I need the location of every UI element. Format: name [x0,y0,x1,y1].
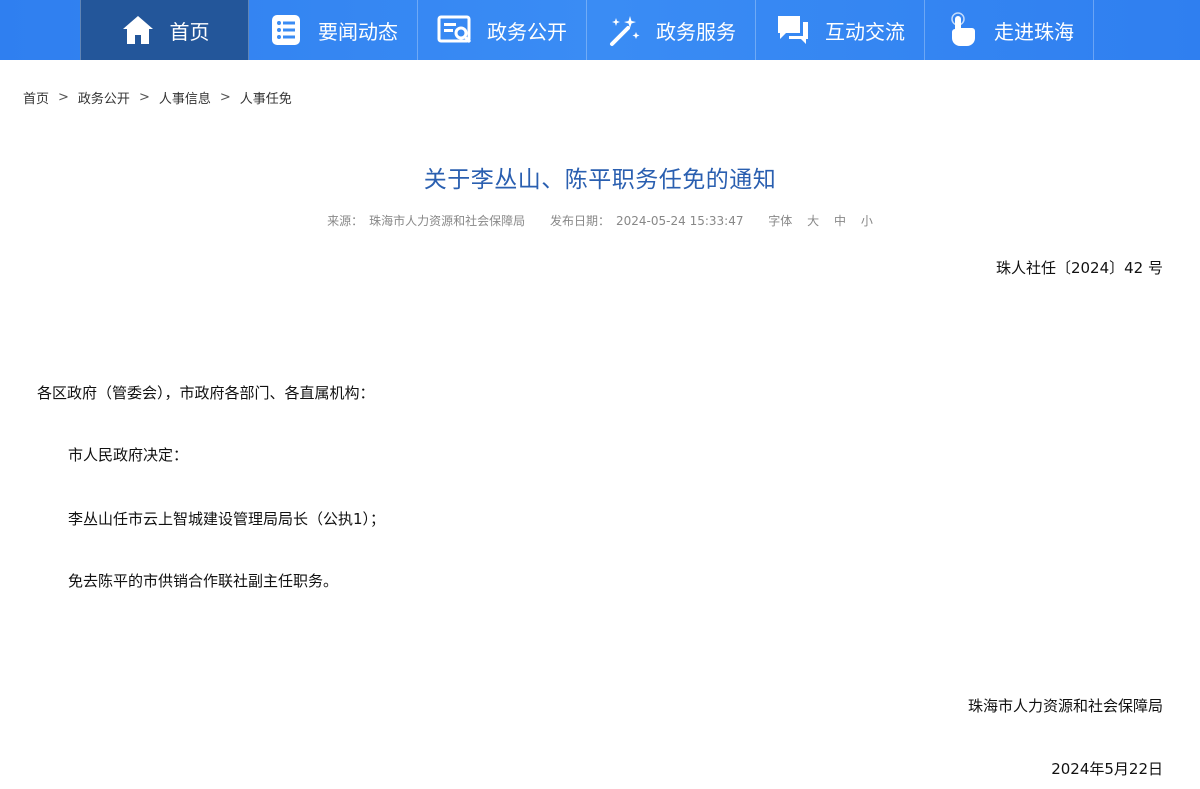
nav-item-home[interactable]: 首页 [80,0,249,60]
nav-item-about-zhuhai[interactable]: 走进珠海 [925,0,1094,60]
font-size-small-button[interactable]: 小 [861,214,873,228]
nav-item-label: 首页 [169,19,210,44]
chat-bubbles-icon [775,12,811,48]
date-label: 发布日期： [550,214,611,228]
nav-item-gov-open[interactable]: 政务公开 [418,0,587,60]
document-search-icon [437,12,473,48]
source-value: 珠海市人力资源和社会保障局 [369,214,526,228]
signoff-date: 2024年5月22日 [1051,760,1163,778]
nav-item-label: 互动交流 [825,19,905,44]
hand-pointer-icon [944,12,980,48]
breadcrumb: 首页 > 政务公开 > 人事信息 > 人事任免 [23,88,292,107]
magic-wand-icon [606,12,642,48]
nav-item-gov-services[interactable]: 政务服务 [587,0,756,60]
top-navigation-bar: 首页 要闻动态 政务公开 政务服务 互动交流 走进珠海 [0,0,1200,60]
breadcrumb-gov-open[interactable]: 政务公开 [78,88,130,107]
home-icon [120,12,156,48]
article-title: 关于李丛山、陈平职务任免的通知 [423,167,777,193]
document-number: 珠人社任〔2024〕42 号 [995,259,1163,277]
article-meta: 来源： 珠海市人力资源和社会保障局 发布日期： 2024-05-24 15:33:4… [0,212,1200,229]
breadcrumb-appointments[interactable]: 人事任免 [240,88,292,107]
source-label: 来源： [327,214,364,228]
news-list-icon [268,12,304,48]
nav-item-interaction[interactable]: 互动交流 [756,0,925,60]
signoff-organization: 珠海市人力资源和社会保障局 [967,697,1163,715]
breadcrumb-separator: > [138,90,150,105]
decision-paragraph: 市人民政府决定： [68,446,189,464]
breadcrumb-home[interactable]: 首页 [23,88,49,107]
salutation: 各区政府（管委会），市政府各部门、各直属机构： [37,384,375,402]
nav-item-label: 政务公开 [487,19,567,44]
font-size-medium-button[interactable]: 中 [834,214,846,228]
appointment-paragraph: 李丛山任市云上智城建设管理局局长（公执1）； [68,510,386,528]
nav-item-news[interactable]: 要闻动态 [249,0,418,60]
nav-item-label: 要闻动态 [318,19,398,44]
dismissal-paragraph: 免去陈平的市供销合作联社副主任职务。 [68,572,339,590]
breadcrumb-personnel-info[interactable]: 人事信息 [159,88,211,107]
font-size-large-button[interactable]: 大 [807,214,819,228]
publish-date: 2024-05-24 15:33:47 [616,214,744,228]
nav-item-label: 政务服务 [656,19,736,44]
font-size-label: 字体 [768,214,793,228]
main-nav: 首页 要闻动态 政务公开 政务服务 互动交流 走进珠海 [80,0,1094,60]
breadcrumb-separator: > [219,90,231,105]
nav-item-label: 走进珠海 [994,19,1074,44]
breadcrumb-separator: > [58,90,69,105]
